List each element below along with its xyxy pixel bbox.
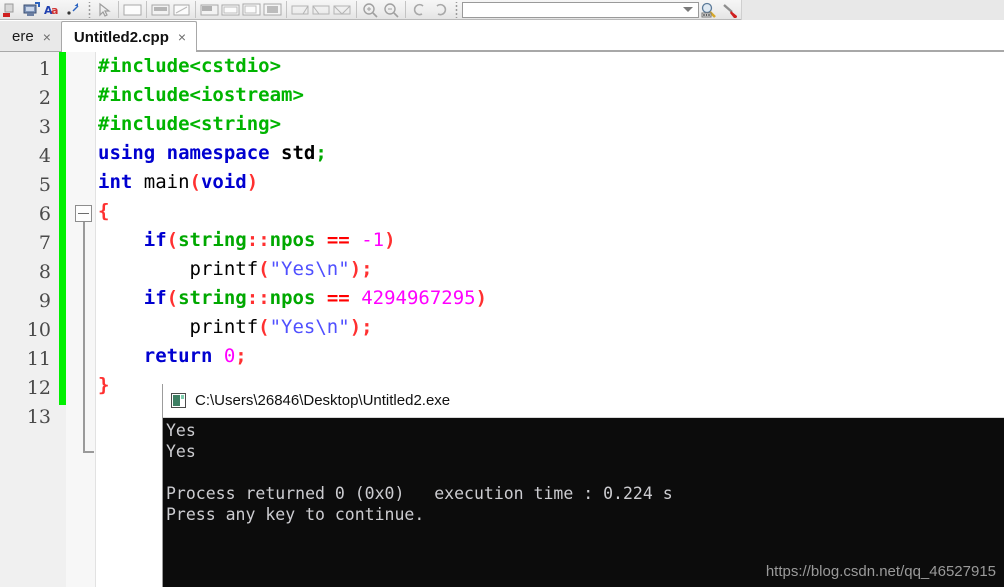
debug-window-icon[interactable] <box>122 0 143 19</box>
code-line: int main(void) <box>98 171 259 193</box>
code-line: printf("Yes\n"); <box>189 316 373 338</box>
toolbar-separator <box>286 1 287 18</box>
line-number: 5 <box>38 174 51 196</box>
toolbar-separator <box>118 1 119 18</box>
stop-icon[interactable] <box>0 0 21 19</box>
console-title-text: C:\Users\26846\Desktop\Untitled2.exe <box>195 392 451 409</box>
run-to-cursor-icon[interactable] <box>199 0 220 19</box>
line-number: 3 <box>38 116 51 138</box>
line-number: 6 <box>38 203 51 225</box>
code-line: #include<cstdio> <box>98 55 282 77</box>
toolbar-separator <box>146 1 147 18</box>
code-line: #include<string> <box>98 113 282 135</box>
step-into-icon[interactable] <box>150 0 171 19</box>
line-number: 7 <box>38 232 51 254</box>
line-number: 2 <box>38 87 51 109</box>
editor-tab-bar: ere × Untitled2.cpp × <box>0 21 1004 52</box>
zoom-in-icon[interactable] <box>360 0 381 19</box>
zoom-out-icon[interactable] <box>381 0 402 19</box>
close-icon[interactable]: × <box>178 30 186 44</box>
step-out-icon[interactable] <box>171 0 192 19</box>
tab-label: ere <box>12 28 34 45</box>
code-line: using namespace std; <box>98 142 327 164</box>
console-app-icon <box>171 393 186 408</box>
changebar-empty <box>59 405 66 587</box>
break-icon[interactable] <box>290 0 311 19</box>
console-window[interactable]: C:\Users\26846\Desktop\Untitled2.exe Yes… <box>162 384 1004 587</box>
tab-bar-empty-area <box>197 21 1004 51</box>
code-line: return 0; <box>143 345 247 367</box>
toolbar: A a <box>0 0 1004 20</box>
line-number: 8 <box>38 261 51 283</box>
line-number: 1 <box>38 58 51 80</box>
undo-icon[interactable] <box>409 0 430 19</box>
replace-icon[interactable] <box>720 0 741 19</box>
line-number: 10 <box>26 319 51 341</box>
toolbar-separator <box>195 1 196 18</box>
chevron-down-icon[interactable] <box>683 7 693 12</box>
line-number: 4 <box>38 145 51 167</box>
line-number: 13 <box>26 406 51 428</box>
fold-range-line <box>83 222 85 453</box>
code-line: { <box>98 200 110 222</box>
svg-text:a: a <box>51 4 58 17</box>
step-over-icon[interactable] <box>262 0 283 19</box>
close-icon[interactable]: × <box>43 30 51 44</box>
watermark-text: https://blog.csdn.net/qq_46527915 <box>765 563 996 580</box>
breakpoint-icon[interactable] <box>332 0 353 19</box>
console-title-bar[interactable]: C:\Users\26846\Desktop\Untitled2.exe <box>163 384 1004 418</box>
tab-untitled2-cpp[interactable]: Untitled2.cpp × <box>60 21 198 52</box>
line-number: 12 <box>26 377 51 399</box>
rebuild-run-icon[interactable] <box>21 0 42 19</box>
abort-icon[interactable]: A a <box>42 0 63 19</box>
toolbar-grip-search[interactable] <box>454 1 459 18</box>
toolbar-separator <box>405 1 406 18</box>
code-line: printf("Yes\n"); <box>189 258 373 280</box>
toolbar-group-compile: A a <box>0 0 84 20</box>
watch-icon[interactable] <box>311 0 332 19</box>
tab-ere[interactable]: ere × <box>0 22 61 51</box>
redo-icon[interactable] <box>430 0 451 19</box>
code-line: if(string::npos == 4294967295) <box>143 287 488 309</box>
search-combo[interactable] <box>462 1 699 18</box>
toolbar-group-search <box>699 0 741 20</box>
fold-toggle-icon[interactable] <box>75 205 92 222</box>
line-number: 11 <box>26 348 51 370</box>
find-icon[interactable] <box>699 0 720 19</box>
line-number: 9 <box>38 290 51 312</box>
tab-label: Untitled2.cpp <box>73 28 169 46</box>
next-error-icon[interactable] <box>63 0 84 19</box>
code-line: #include<iostream> <box>98 84 304 106</box>
toolbar-grip[interactable] <box>87 1 92 18</box>
code-folding-gutter[interactable] <box>66 52 96 587</box>
modified-lines-changebar <box>59 52 66 405</box>
toolbar-group-debug <box>94 0 451 20</box>
line-number-gutter: 1 2 3 4 5 6 7 8 9 10 11 12 13 <box>0 52 60 587</box>
next-instruction-icon[interactable] <box>241 0 262 19</box>
fold-range-end <box>83 451 94 453</box>
toolbar-separator <box>356 1 357 18</box>
console-output: Yes Yes Process returned 0 (0x0) executi… <box>166 421 673 524</box>
code-line: if(string::npos == -1) <box>143 229 396 251</box>
next-line-icon[interactable] <box>220 0 241 19</box>
debug-pointer-icon[interactable] <box>94 0 115 19</box>
toolbar-empty-area <box>741 0 1004 20</box>
